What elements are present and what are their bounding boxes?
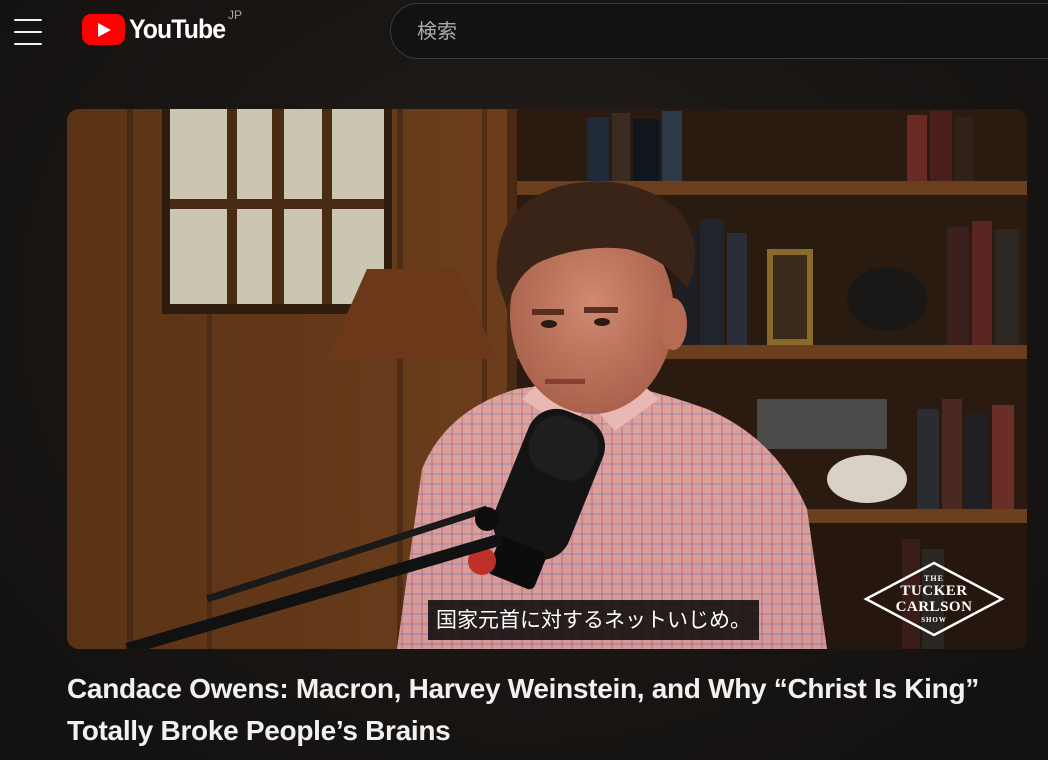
channel-watermark: THE TUCKER CARLSON SHOW	[862, 561, 1006, 637]
video-title: Candace Owens: Macron, Harvey Weinstein,…	[67, 673, 979, 746]
menu-line	[14, 19, 42, 21]
menu-line	[14, 31, 42, 33]
search-input[interactable]	[415, 18, 1019, 44]
menu-line	[14, 43, 42, 45]
watermark-line2: CARLSON	[895, 599, 973, 615]
watermark-line1: TUCKER	[900, 583, 968, 599]
caption-text: 国家元首に対するネットいじめ。	[428, 600, 759, 640]
youtube-logo[interactable]: YouTube	[82, 14, 233, 45]
menu-icon[interactable]	[14, 19, 44, 45]
search-box[interactable]	[390, 3, 1048, 59]
logo-wordmark: YouTube	[129, 14, 226, 44]
masthead: YouTube JP	[0, 0, 1048, 64]
video-player[interactable]: 国家元首に対するネットいじめ。 THE TUCKER CARLSON SHOW	[67, 109, 1027, 649]
region-code: JP	[228, 8, 243, 22]
watch-page: YouTube JP 検索 国家元首に対するネットいじめ。 THE TUCKER…	[0, 0, 1048, 760]
play-logo-icon	[82, 14, 125, 45]
watermark-the: THE	[924, 574, 944, 583]
watermark-show: SHOW	[921, 616, 947, 624]
